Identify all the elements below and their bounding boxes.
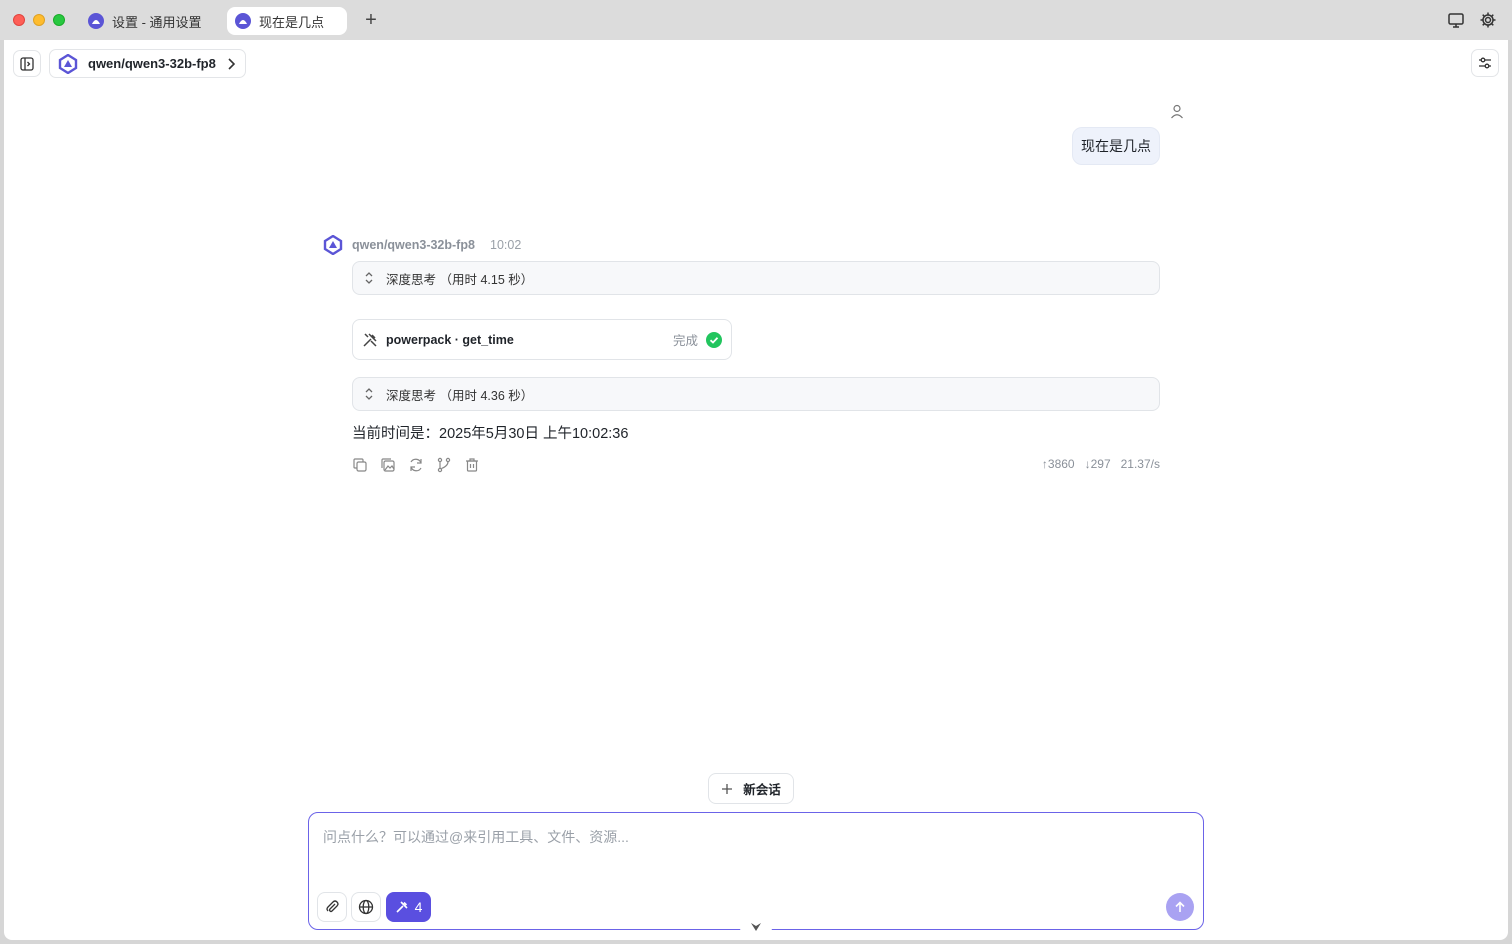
thinking-label: 深度思考 （用时 4.36 秒） (386, 388, 534, 403)
tab-settings[interactable]: 设置 - 通用设置 (80, 7, 220, 35)
regenerate-icon[interactable] (408, 457, 424, 473)
tokens-up: ↑3860 (1041, 457, 1075, 471)
app-logo-icon (88, 13, 104, 29)
close-window-button[interactable] (13, 14, 25, 26)
sliders-icon (1479, 57, 1491, 69)
tokens-speed: 21.37/s (1120, 457, 1160, 471)
new-tab-button[interactable]: + (361, 10, 381, 30)
gear-icon[interactable] (1479, 11, 1497, 29)
scroll-to-bottom-button[interactable] (740, 916, 772, 940)
message-timestamp: 10:02 (490, 238, 522, 252)
plus-icon (722, 783, 733, 794)
chevron-right-icon (228, 57, 235, 70)
expand-collapse-icon (365, 272, 373, 284)
sidebar-icon (20, 56, 34, 71)
new-chat-button[interactable]: 新会话 (708, 773, 794, 804)
copy-icon[interactable] (352, 457, 368, 473)
thinking-block[interactable]: 深度思考 （用时 4.15 秒） (352, 261, 1160, 295)
new-chat-label: 新会话 (743, 783, 781, 797)
thinking-label: 深度思考 （用时 4.15 秒） (386, 272, 534, 287)
maximize-window-button[interactable] (53, 14, 65, 26)
minimize-window-button[interactable] (33, 14, 45, 26)
message-composer: 4 (308, 812, 1204, 930)
sidebar-toggle-button[interactable] (13, 50, 41, 77)
model-picker-button[interactable]: qwen/qwen3-32b-fp8 (49, 49, 246, 78)
arrow-up-icon (1175, 901, 1185, 912)
user-avatar-icon (1171, 104, 1183, 119)
tab-label: 设置 - 通用设置 (112, 14, 202, 30)
send-button[interactable] (1166, 893, 1194, 921)
tab-label: 现在是几点 (259, 14, 325, 30)
check-circle-icon (706, 331, 722, 348)
tools-button[interactable]: 4 (386, 892, 431, 922)
title-bar: 设置 - 通用设置 现在是几点 + (0, 0, 1512, 40)
tool-status-label: 完成 (672, 334, 698, 348)
hammer-icon (396, 901, 408, 913)
tools-count: 4 (414, 899, 423, 915)
tool-name: powerpack · get_time (386, 332, 514, 347)
tool-call-card[interactable]: powerpack · get_time 完成 (352, 319, 732, 360)
tab-current-chat[interactable]: 现在是几点 (227, 7, 347, 35)
chat-settings-button[interactable] (1471, 49, 1499, 77)
chevron-down-icon (751, 923, 761, 931)
message-input[interactable] (323, 827, 1183, 877)
tools-icon (363, 332, 377, 347)
trash-icon[interactable] (464, 457, 480, 473)
thinking-block[interactable]: 深度思考 （用时 4.36 秒） (352, 377, 1160, 411)
monitor-icon[interactable] (1447, 11, 1465, 29)
qwen-logo-icon (323, 235, 343, 255)
attach-file-button[interactable] (317, 892, 347, 922)
web-search-button[interactable] (351, 892, 381, 922)
paperclip-icon (326, 900, 339, 913)
assistant-model-name: qwen/qwen3-32b-fp8 (352, 238, 475, 252)
branch-icon[interactable] (436, 457, 452, 473)
model-name-label: qwen/qwen3-32b-fp8 (88, 56, 216, 71)
qwen-logo-icon (58, 53, 78, 74)
expand-collapse-icon (365, 388, 373, 400)
main-window: qwen/qwen3-32b-fp8 现在是几点 qwen/qwen3-32b-… (4, 40, 1508, 940)
assistant-answer-text: 当前时间是：2025年5月30日 上午10:02:36 (352, 426, 629, 442)
tokens-down: ↓297 (1084, 457, 1111, 471)
user-message-bubble: 现在是几点 (1072, 127, 1160, 165)
globe-icon (358, 899, 374, 915)
save-image-icon[interactable] (380, 457, 396, 473)
token-stats: ↑3860 ↓297 21.37/s (1042, 457, 1160, 471)
app-logo-icon (235, 13, 251, 29)
